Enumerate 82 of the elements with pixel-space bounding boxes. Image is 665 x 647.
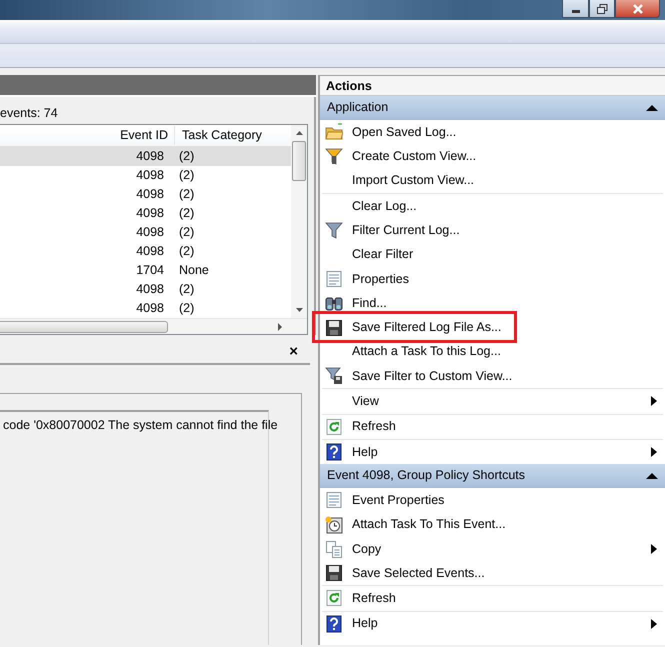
table-cell-text: (2) (178, 243, 194, 260)
minimize-button[interactable] (562, 0, 589, 18)
action-item[interactable]: Import Custom View... (320, 168, 665, 193)
table-cell-text: 4098 (135, 205, 165, 222)
funnel-icon (325, 221, 343, 240)
table-cell-text: 4098 (135, 281, 165, 298)
funnel-icon (325, 147, 343, 166)
action-item[interactable]: Event Properties (320, 488, 665, 512)
collapse-icon[interactable] (646, 104, 658, 112)
table-cell-text: 4098 (135, 224, 165, 242)
action-item[interactable]: Refresh (320, 414, 665, 439)
action-item[interactable]: Save Filtered Log File As... (320, 315, 665, 340)
help-icon (325, 614, 343, 633)
table-cell-text: 4098 (135, 186, 165, 204)
event-row[interactable]: 4098 (2) (0, 280, 291, 299)
table-cell-text: (2) (178, 167, 194, 184)
column-header[interactable]: Task Category (175, 126, 262, 145)
vertical-scrollbar[interactable] (291, 125, 307, 318)
event-row[interactable]: 4098 (2) (0, 147, 291, 166)
table-cell-text: 4098 (135, 300, 165, 318)
action-item[interactable]: Save Filter to Custom View... (320, 364, 665, 388)
action-item[interactable]: Copy (320, 536, 665, 562)
floppy-icon (325, 564, 343, 582)
clock-icon (325, 516, 343, 534)
table-cell-text: 4098 (135, 148, 165, 166)
section-title: Application (327, 99, 388, 116)
help-icon (325, 443, 343, 461)
action-item[interactable]: Help (320, 612, 665, 636)
event-description-text: code '0x80070002 The system cannot find the file (3, 418, 278, 432)
restore-icon (596, 4, 608, 14)
collapse-icon[interactable] (646, 472, 658, 480)
action-item[interactable]: Clear Log... (320, 194, 665, 218)
event-row[interactable]: 1704 None (0, 261, 291, 280)
section-header[interactable]: Application (320, 96, 665, 120)
properties-icon (325, 270, 343, 288)
floppy-icon (325, 318, 343, 337)
table-cell-text: (2) (178, 281, 194, 298)
table-cell-text: None (178, 262, 209, 280)
section-title: Event 4098, Group Policy Shortcuts (327, 467, 526, 484)
funnel-icon (325, 367, 343, 386)
table-cell-text: 1704 (135, 262, 165, 280)
action-item[interactable]: Refresh (320, 586, 665, 611)
action-item[interactable]: Find... (320, 291, 665, 316)
table-cell-text: (2) (178, 224, 194, 242)
table-cell-text: (2) (178, 300, 194, 318)
event-row[interactable]: 4098 (2) (0, 204, 291, 223)
event-row[interactable]: 4098 (2) (0, 185, 291, 204)
table-cell-text: (2) (178, 148, 194, 166)
table-cell-text: (2) (178, 186, 194, 204)
actions-header: Actions (320, 75, 665, 96)
section-header[interactable]: Event 4098, Group Policy Shortcuts (320, 464, 665, 488)
event-count-label: events: 74 (0, 105, 59, 122)
action-item[interactable]: Create Custom View... (320, 144, 665, 169)
action-item[interactable]: Save Selected Events... (320, 561, 665, 586)
action-item[interactable]: Clear Filter (320, 242, 665, 267)
close-icon (632, 4, 644, 14)
scrollbar-thumb[interactable] (292, 141, 306, 181)
maximize-button[interactable] (589, 0, 615, 18)
table-cell-text: (2) (178, 205, 194, 222)
table-cell-text: 4098 (135, 243, 165, 260)
close-button[interactable] (615, 0, 660, 18)
horizontal-scrollbar[interactable] (0, 318, 307, 334)
action-item[interactable]: Properties (320, 266, 665, 292)
event-row[interactable]: 4098 (2) (0, 299, 291, 318)
refresh-icon (325, 589, 343, 608)
column-header[interactable]: Event ID (0, 126, 175, 145)
properties-icon (325, 491, 343, 510)
folder-icon (325, 123, 343, 142)
close-pane-button[interactable]: × (289, 344, 298, 358)
action-item[interactable]: Help (320, 440, 665, 464)
action-item[interactable]: Attach Task To This Event... (320, 512, 665, 537)
action-item[interactable]: Open Saved Log... (320, 120, 665, 144)
scroll-right-icon[interactable] (275, 322, 285, 332)
copy-icon (325, 540, 343, 558)
action-item[interactable]: Attach a Task To this Log... (320, 340, 665, 364)
event-row[interactable]: 4098 (2) (0, 223, 291, 242)
event-row[interactable]: 4098 (2) (0, 242, 291, 261)
event-row[interactable]: 4098 (2) (0, 166, 291, 185)
action-item[interactable]: View (320, 389, 665, 414)
table-cell-text: 4098 (135, 167, 165, 184)
refresh-icon (325, 418, 343, 436)
action-item[interactable]: Filter Current Log... (320, 218, 665, 242)
